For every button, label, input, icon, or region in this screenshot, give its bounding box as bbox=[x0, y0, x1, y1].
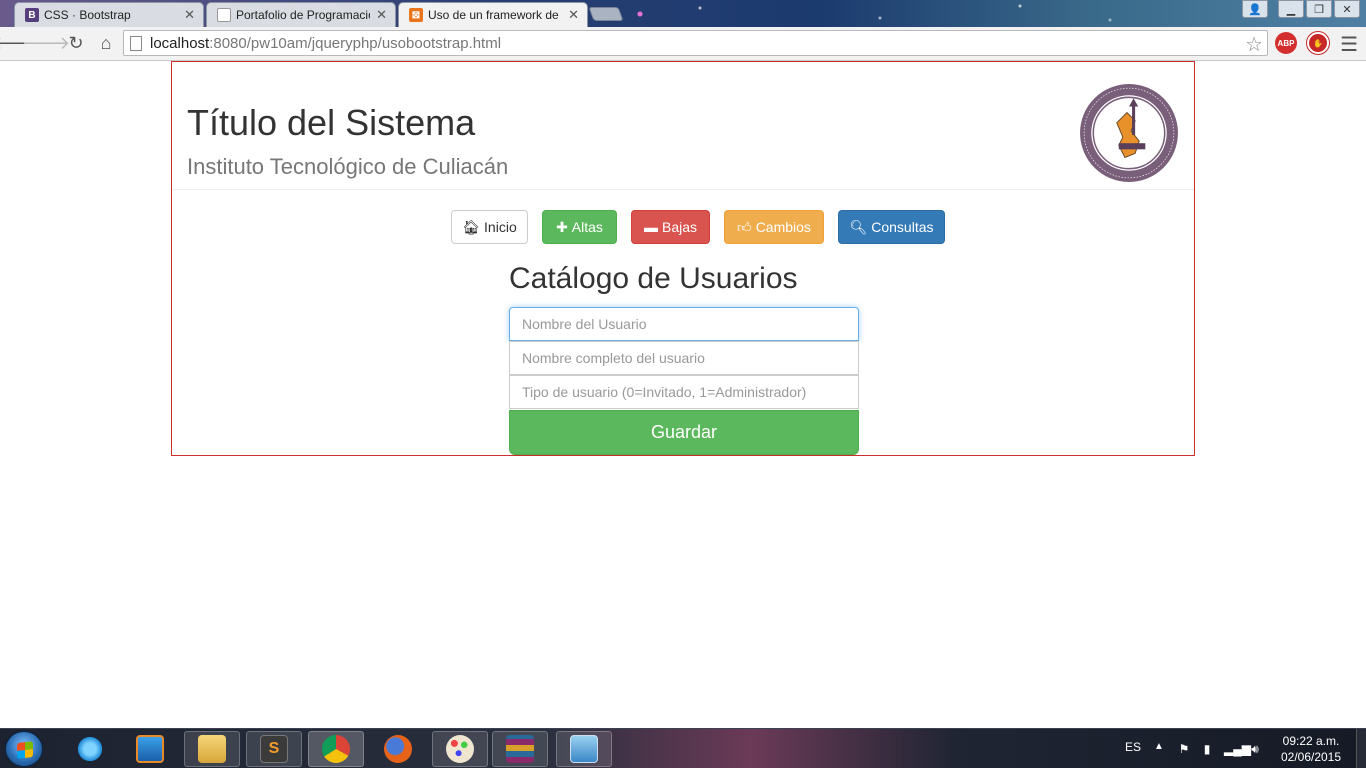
page-icon bbox=[130, 35, 142, 51]
media-player-icon bbox=[136, 735, 164, 763]
minus-icon: ▬ bbox=[643, 219, 658, 235]
url-host: localhost bbox=[150, 34, 210, 52]
system-clock[interactable]: 09:22 a.m. 02/06/2015 bbox=[1276, 733, 1346, 765]
folder-icon bbox=[198, 735, 226, 763]
page-header: Título del Sistema Instituto Tecnológico… bbox=[172, 62, 1194, 190]
bootstrap-favicon-icon: B bbox=[25, 8, 39, 22]
taskbar-winrar[interactable] bbox=[492, 731, 548, 767]
search-icon: 🔍︎ bbox=[849, 219, 868, 235]
inicio-label: Inicio bbox=[484, 219, 517, 235]
cambios-label: Cambios bbox=[755, 219, 811, 235]
action-button-group: 🏠︎ Inicio ✚ Altas ▬ Bajas 👍︎ Cambios 🔍︎ … bbox=[172, 210, 1194, 246]
altas-label: Altas bbox=[571, 219, 603, 235]
page-favicon-icon bbox=[217, 8, 231, 22]
catalog-heading: Catálogo de Usuarios bbox=[509, 262, 798, 295]
home-icon: 🏠︎ bbox=[462, 219, 481, 235]
fullname-input[interactable] bbox=[509, 341, 859, 375]
close-icon[interactable]: ✕ bbox=[376, 7, 387, 23]
taskbar-media[interactable] bbox=[122, 731, 178, 767]
tabbar-background bbox=[0, 0, 1366, 27]
internet-explorer-icon bbox=[76, 735, 104, 763]
remote-desktop-icon bbox=[570, 735, 598, 763]
battery-icon[interactable]: ▮ bbox=[1200, 742, 1214, 756]
close-icon[interactable]: ✕ bbox=[184, 7, 195, 23]
start-button[interactable] bbox=[5, 731, 43, 767]
html5-favicon-icon: ⊠ bbox=[409, 8, 423, 22]
close-window-icon[interactable]: ✕ bbox=[1334, 0, 1360, 18]
sublime-text-icon: S bbox=[260, 735, 288, 763]
page-container: Título del Sistema Instituto Tecnológico… bbox=[171, 61, 1195, 456]
taskbar-sublime[interactable]: S bbox=[246, 731, 302, 767]
bookmark-star-icon[interactable]: ☆ bbox=[1245, 32, 1263, 57]
browser-toolbar: 🡐 🡒 ↻ ⌂ localhost:8080/pw10am/jqueryphp/… bbox=[0, 27, 1366, 61]
reload-icon[interactable]: ↻ bbox=[62, 30, 90, 58]
taskbar-remote[interactable] bbox=[556, 731, 612, 767]
windows-taskbar: S ES ▲ ⚑ ▮ ▂▄▆ 🔊︎ 09:22 a.m. 02/06/2015 bbox=[0, 728, 1366, 768]
plus-icon: ✚ bbox=[556, 219, 568, 235]
adblock-plus-icon[interactable]: ABP bbox=[1275, 32, 1297, 54]
tab-title: CSS · Bootstrap bbox=[44, 8, 131, 22]
close-icon[interactable]: ✕ bbox=[568, 7, 579, 23]
cambios-button[interactable]: 👍︎ Cambios bbox=[724, 210, 824, 244]
network-signal-icon[interactable]: ▂▄▆ bbox=[1224, 742, 1251, 756]
tab-title: Portafolio de Programacio bbox=[236, 8, 371, 22]
tab-uso-framework[interactable]: ⊠ Uso de un framework de C ✕ bbox=[398, 2, 588, 27]
url-path: :8080/pw10am/jqueryphp/usobootstrap.html bbox=[209, 34, 502, 52]
consultas-label: Consultas bbox=[871, 219, 934, 235]
show-desktop-button[interactable] bbox=[1356, 729, 1366, 768]
chrome-menu-icon[interactable]: ☰ bbox=[1340, 32, 1358, 57]
username-input[interactable] bbox=[509, 307, 859, 341]
thumbs-up-icon: 👍︎ bbox=[737, 219, 752, 235]
altas-button[interactable]: ✚ Altas bbox=[542, 210, 617, 244]
itc-seal-logo bbox=[1080, 84, 1178, 182]
user-profile-icon[interactable]: 👤 bbox=[1242, 0, 1268, 18]
save-button[interactable]: Guardar bbox=[509, 410, 859, 455]
stop-extension-icon[interactable]: ✋ bbox=[1307, 32, 1329, 54]
minimize-icon[interactable]: ▁ bbox=[1278, 0, 1304, 18]
bajas-button[interactable]: ▬ Bajas bbox=[631, 210, 710, 244]
bajas-label: Bajas bbox=[661, 219, 698, 235]
window-controls: 👤 ▁ ❐ ✕ bbox=[1240, 0, 1360, 18]
action-center-flag-icon[interactable]: ⚑ bbox=[1177, 742, 1191, 756]
chrome-icon bbox=[322, 735, 350, 763]
tab-css-bootstrap[interactable]: B CSS · Bootstrap ✕ bbox=[14, 2, 204, 27]
page-title: Título del Sistema bbox=[187, 102, 476, 143]
taskbar-firefox[interactable] bbox=[370, 731, 426, 767]
winrar-icon bbox=[506, 735, 534, 763]
tab-portafolio[interactable]: Portafolio de Programacio ✕ bbox=[206, 2, 396, 27]
show-hidden-icons-icon[interactable]: ▲ bbox=[1154, 741, 1164, 752]
forward-arrow-icon[interactable]: 🡒 bbox=[22, 30, 70, 58]
home-icon[interactable]: ⌂ bbox=[92, 30, 120, 58]
taskbar-chrome[interactable] bbox=[308, 731, 364, 767]
taskbar-ie[interactable] bbox=[62, 731, 118, 767]
clock-date: 02/06/2015 bbox=[1280, 750, 1342, 764]
inicio-button[interactable]: 🏠︎ Inicio bbox=[451, 210, 528, 244]
address-bar[interactable]: localhost:8080/pw10am/jqueryphp/usoboots… bbox=[123, 30, 1268, 56]
volume-icon[interactable]: 🔊︎ bbox=[1248, 742, 1262, 756]
taskbar-paint[interactable] bbox=[432, 731, 488, 767]
browser-tab-strip: B CSS · Bootstrap ✕ Portafolio de Progra… bbox=[0, 0, 1366, 27]
restore-icon[interactable]: ❐ bbox=[1306, 0, 1332, 18]
usertype-input[interactable] bbox=[509, 375, 859, 409]
clock-time: 09:22 a.m. bbox=[1282, 734, 1340, 748]
taskbar-explorer[interactable] bbox=[184, 731, 240, 767]
new-tab-button[interactable] bbox=[588, 7, 624, 21]
language-indicator[interactable]: ES bbox=[1125, 740, 1141, 754]
windows-logo-icon bbox=[17, 741, 33, 759]
paint-palette-icon bbox=[446, 735, 474, 763]
page-subtitle: Instituto Tecnológico de Culiacán bbox=[187, 154, 509, 179]
tab-title: Uso de un framework de C bbox=[428, 8, 563, 22]
firefox-icon bbox=[384, 735, 412, 763]
consultas-button[interactable]: 🔍︎ Consultas bbox=[838, 210, 945, 244]
